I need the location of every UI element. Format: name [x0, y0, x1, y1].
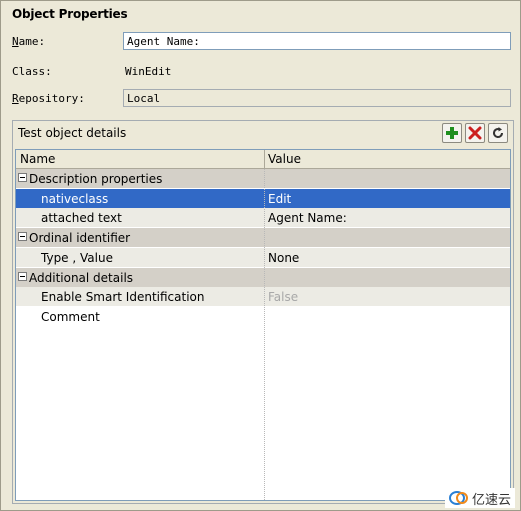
plus-icon: [446, 127, 458, 139]
repository-field: Local: [123, 89, 511, 107]
property-name: nativeclass: [41, 191, 109, 206]
name-field[interactable]: Agent Name:: [123, 32, 511, 50]
column-divider[interactable]: [264, 150, 265, 168]
category-label: Description properties: [29, 172, 163, 186]
test-object-details-panel: Test object details Name Value Descripti…: [12, 120, 514, 504]
category-label: Ordinal identifier: [29, 231, 131, 246]
grid-header: Name Value: [16, 150, 510, 169]
repository-label: Repository:: [12, 92, 85, 105]
property-row[interactable]: Type , Value None: [16, 247, 510, 267]
property-row[interactable]: Enable Smart Identification False: [16, 287, 510, 307]
property-value[interactable]: False: [268, 290, 298, 304]
class-label: Class:: [12, 65, 52, 78]
column-header-value[interactable]: Value: [268, 152, 301, 166]
column-separator-line: [264, 169, 265, 500]
delete-property-button[interactable]: [465, 123, 485, 143]
collapse-icon[interactable]: [18, 232, 27, 242]
class-value: WinEdit: [125, 65, 172, 78]
watermark: 亿速云: [444, 488, 515, 508]
property-value[interactable]: None: [268, 251, 299, 265]
collapse-icon[interactable]: [18, 173, 27, 182]
category-row[interactable]: Ordinal identifier: [16, 228, 510, 248]
watermark-text: 亿速云: [471, 492, 511, 508]
category-label: Additional details: [29, 270, 134, 285]
property-value[interactable]: Agent Name:: [268, 211, 347, 225]
property-row[interactable]: attached text Agent Name:: [16, 208, 510, 228]
category-row[interactable]: Description properties: [16, 169, 510, 188]
refresh-button[interactable]: [488, 123, 508, 143]
x-icon: [468, 126, 482, 140]
property-name: attached text: [41, 211, 122, 226]
property-value[interactable]: Edit: [268, 192, 291, 206]
collapse-icon[interactable]: [18, 271, 27, 281]
refresh-icon: [493, 127, 503, 138]
property-name: Type , Value: [41, 250, 113, 265]
property-name: Comment: [41, 309, 100, 324]
property-row[interactable]: nativeclass Edit: [16, 188, 510, 208]
add-property-button[interactable]: [442, 123, 462, 143]
watermark-logo-icon: [448, 491, 468, 505]
name-label: Name:: [12, 35, 46, 48]
property-name: Enable Smart Identification: [41, 290, 205, 305]
category-row[interactable]: Additional details: [16, 267, 510, 287]
properties-grid: Name Value Description properties nativec…: [15, 149, 511, 501]
panel-header: Test object details: [18, 126, 127, 140]
property-row[interactable]: Comment: [16, 307, 510, 326]
dialog-title: Object Properties: [12, 7, 128, 21]
column-header-name[interactable]: Name: [20, 152, 55, 166]
